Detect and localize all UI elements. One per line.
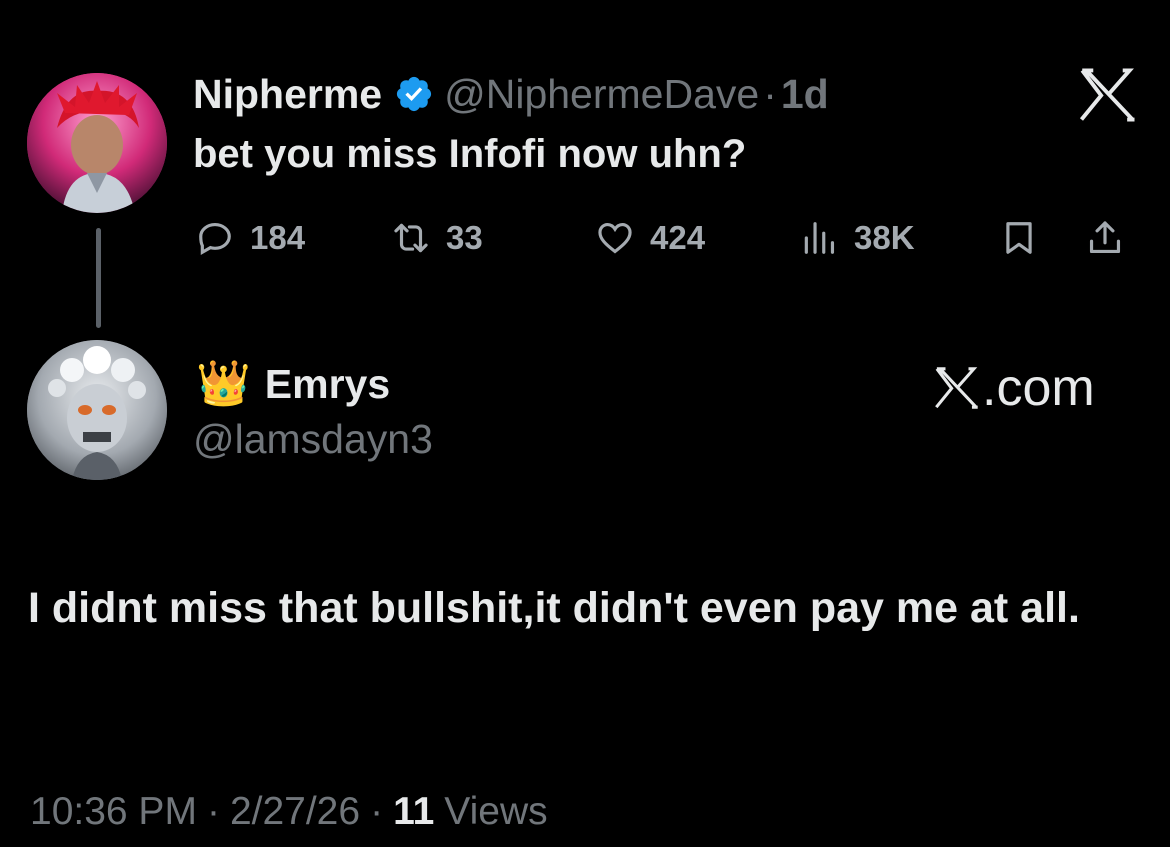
reply-button[interactable]: 184 <box>196 218 305 258</box>
reply-count: 184 <box>250 219 306 256</box>
views-label: Views <box>444 790 548 833</box>
crown-emoji-icon: 👑 <box>196 359 251 408</box>
meta-separator: · <box>206 790 220 833</box>
tweet-screenshot: Nipherme @NiphermeDave · 1d bet you miss… <box>0 0 1170 847</box>
parent-tweet-header: Nipherme @NiphermeDave · 1d <box>193 66 829 122</box>
verified-badge-icon <box>397 76 432 112</box>
parent-tweet-text: bet you miss Infofi now uhn? <box>193 132 747 176</box>
x-com-watermark: .com <box>934 358 1095 418</box>
watermark-text: .com <box>982 359 1095 417</box>
parent-timestamp[interactable]: 1d <box>781 71 829 118</box>
header-separator: · <box>763 70 777 117</box>
tweet-meta: 10:36 PM · 2/27/26 · 11 Views <box>30 784 548 840</box>
repost-icon <box>394 223 428 253</box>
analytics-icon <box>804 222 835 254</box>
bookmark-icon <box>1006 222 1032 254</box>
parent-action-bar: 184 33 424 38K <box>0 218 1170 258</box>
tweet-time[interactable]: 10:36 PM <box>30 790 197 834</box>
share-button[interactable] <box>1086 218 1124 258</box>
bookmark-button[interactable] <box>1000 218 1038 258</box>
like-button[interactable]: 424 <box>596 218 705 258</box>
avatar-emrys[interactable] <box>27 340 167 480</box>
views-count: 11 <box>393 790 435 833</box>
repost-count: 33 <box>446 219 483 256</box>
reply-tweet-text: I didnt miss that bullshit,it didn't eve… <box>28 584 1080 632</box>
avatar-nipherme[interactable] <box>27 73 167 213</box>
reply-icon <box>199 222 231 255</box>
view-count: 38K <box>854 219 915 256</box>
x-logo-icon <box>935 367 978 409</box>
reply-display-name[interactable]: Emrys <box>265 361 390 408</box>
meta-separator: · <box>370 790 384 833</box>
tweet-date[interactable]: 2/27/26 <box>230 790 360 834</box>
parent-handle[interactable]: @NiphermeDave <box>444 71 759 118</box>
reply-header: 👑 Emrys <box>196 356 390 412</box>
like-count: 424 <box>650 219 706 256</box>
repost-button[interactable]: 33 <box>392 218 483 258</box>
heart-icon <box>598 222 632 254</box>
x-logo-icon <box>1079 68 1135 122</box>
parent-display-name[interactable]: Nipherme <box>193 71 382 118</box>
share-icon <box>1089 221 1121 254</box>
reply-handle[interactable]: @lamsdayn3 <box>193 416 433 463</box>
views-button[interactable]: 38K <box>800 218 915 258</box>
